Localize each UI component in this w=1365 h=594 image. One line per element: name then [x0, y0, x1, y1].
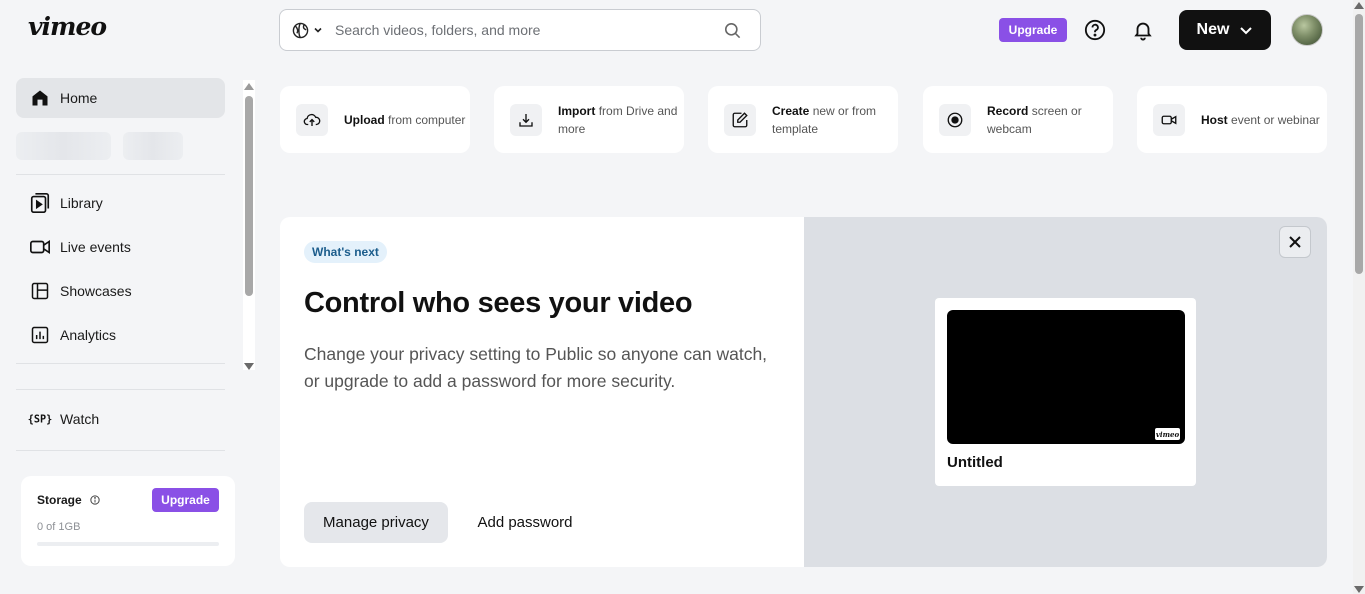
record-icon — [939, 104, 971, 136]
sidebar-item-label: Live events — [60, 239, 131, 255]
search-scope-dropdown[interactable] — [292, 22, 323, 39]
close-button[interactable] — [1279, 226, 1311, 258]
vimeo-watermark: vimeo — [1155, 428, 1180, 440]
storage-usage-text: 0 of 1GB — [37, 521, 80, 533]
action-subtitle: event or webinar — [1231, 113, 1320, 127]
sidebar-item-label: Library — [60, 195, 103, 211]
showcases-icon — [28, 279, 52, 303]
vimeo-logo[interactable]: vimeo — [28, 12, 106, 41]
action-title: Host — [1201, 113, 1228, 127]
upgrade-button[interactable]: Upgrade — [999, 18, 1067, 42]
create-action-card[interactable]: Create new or from template — [708, 86, 898, 153]
add-password-button[interactable]: Add password — [462, 502, 588, 543]
scroll-up-arrow[interactable] — [244, 83, 254, 90]
chevron-down-icon — [313, 25, 323, 35]
sidebar-item-home[interactable]: Home — [16, 78, 225, 118]
new-button-label: New — [1197, 21, 1230, 39]
sidebar-scrollbar-thumb[interactable] — [245, 96, 253, 296]
watch-icon: {SP} — [28, 407, 52, 431]
help-icon[interactable] — [1082, 17, 1108, 43]
storage-upgrade-button[interactable]: Upgrade — [152, 488, 219, 512]
sidebar: Home Library Live events Showcases Analy… — [0, 70, 260, 594]
page-scroll-down-arrow[interactable] — [1354, 586, 1364, 593]
action-title: Upload — [344, 113, 385, 127]
chevron-down-icon — [1239, 23, 1253, 37]
video-preview-panel: vimeo Untitled — [804, 217, 1327, 567]
loading-placeholder — [123, 132, 183, 160]
svg-text:{SP}: {SP} — [28, 415, 52, 426]
whats-next-badge: What's next — [304, 241, 387, 263]
whats-next-card: What's next Control who sees your video … — [280, 217, 1327, 567]
sidebar-divider — [16, 389, 225, 390]
sidebar-item-library[interactable]: Library — [16, 183, 225, 223]
video-camera-icon — [1153, 104, 1185, 136]
page-scrollbar-thumb[interactable] — [1355, 14, 1363, 274]
sidebar-divider — [16, 363, 225, 364]
create-edit-icon — [724, 104, 756, 136]
live-events-icon — [28, 235, 52, 259]
storage-widget: Storage Upgrade 0 of 1GB — [21, 476, 235, 566]
host-action-card[interactable]: Host event or webinar — [1137, 86, 1327, 153]
globe-icon — [292, 22, 309, 39]
sidebar-divider — [16, 450, 225, 451]
notifications-bell-icon[interactable] — [1130, 17, 1156, 43]
sidebar-item-label: Showcases — [60, 283, 132, 299]
page-scroll-up-arrow[interactable] — [1354, 2, 1364, 9]
action-subtitle: from computer — [388, 113, 465, 127]
import-download-icon — [510, 104, 542, 136]
video-title: Untitled — [947, 454, 1003, 471]
upload-cloud-icon — [296, 104, 328, 136]
new-button[interactable]: New — [1179, 10, 1271, 50]
analytics-icon — [28, 323, 52, 347]
close-icon — [1288, 235, 1302, 249]
sidebar-item-label: Analytics — [60, 327, 116, 343]
home-icon — [28, 86, 52, 110]
upload-action-card[interactable]: Upload from computer — [280, 86, 470, 153]
user-avatar[interactable] — [1291, 14, 1323, 46]
sidebar-divider — [16, 174, 225, 175]
library-icon — [28, 191, 52, 215]
sidebar-item-label: Home — [60, 90, 97, 106]
record-action-card[interactable]: Record screen or webcam — [923, 86, 1113, 153]
sidebar-item-showcases[interactable]: Showcases — [16, 271, 225, 311]
sidebar-item-watch[interactable]: {SP} Watch — [16, 399, 225, 439]
sidebar-item-live-events[interactable]: Live events — [16, 227, 225, 267]
video-thumbnail[interactable]: vimeo — [947, 310, 1185, 444]
loading-placeholder — [16, 132, 111, 160]
storage-title-label: Storage — [37, 493, 82, 507]
card-description: Change your privacy setting to Public so… — [304, 341, 774, 395]
scroll-down-arrow[interactable] — [244, 363, 254, 370]
card-title: Control who sees your video — [304, 287, 692, 320]
manage-privacy-button[interactable]: Manage privacy — [304, 502, 448, 543]
action-title: Record — [987, 104, 1028, 118]
storage-title: Storage — [37, 493, 100, 507]
action-title: Create — [772, 104, 809, 118]
info-icon[interactable] — [90, 495, 100, 505]
search-input[interactable] — [335, 22, 705, 38]
import-action-card[interactable]: Import from Drive and more — [494, 86, 684, 153]
search-bar — [279, 9, 761, 51]
sidebar-item-label: Watch — [60, 411, 99, 427]
video-preview-card[interactable]: vimeo Untitled — [935, 298, 1196, 486]
sidebar-item-analytics[interactable]: Analytics — [16, 315, 225, 355]
action-title: Import — [558, 104, 595, 118]
storage-progress-bar — [37, 542, 219, 546]
search-icon[interactable] — [723, 21, 742, 45]
